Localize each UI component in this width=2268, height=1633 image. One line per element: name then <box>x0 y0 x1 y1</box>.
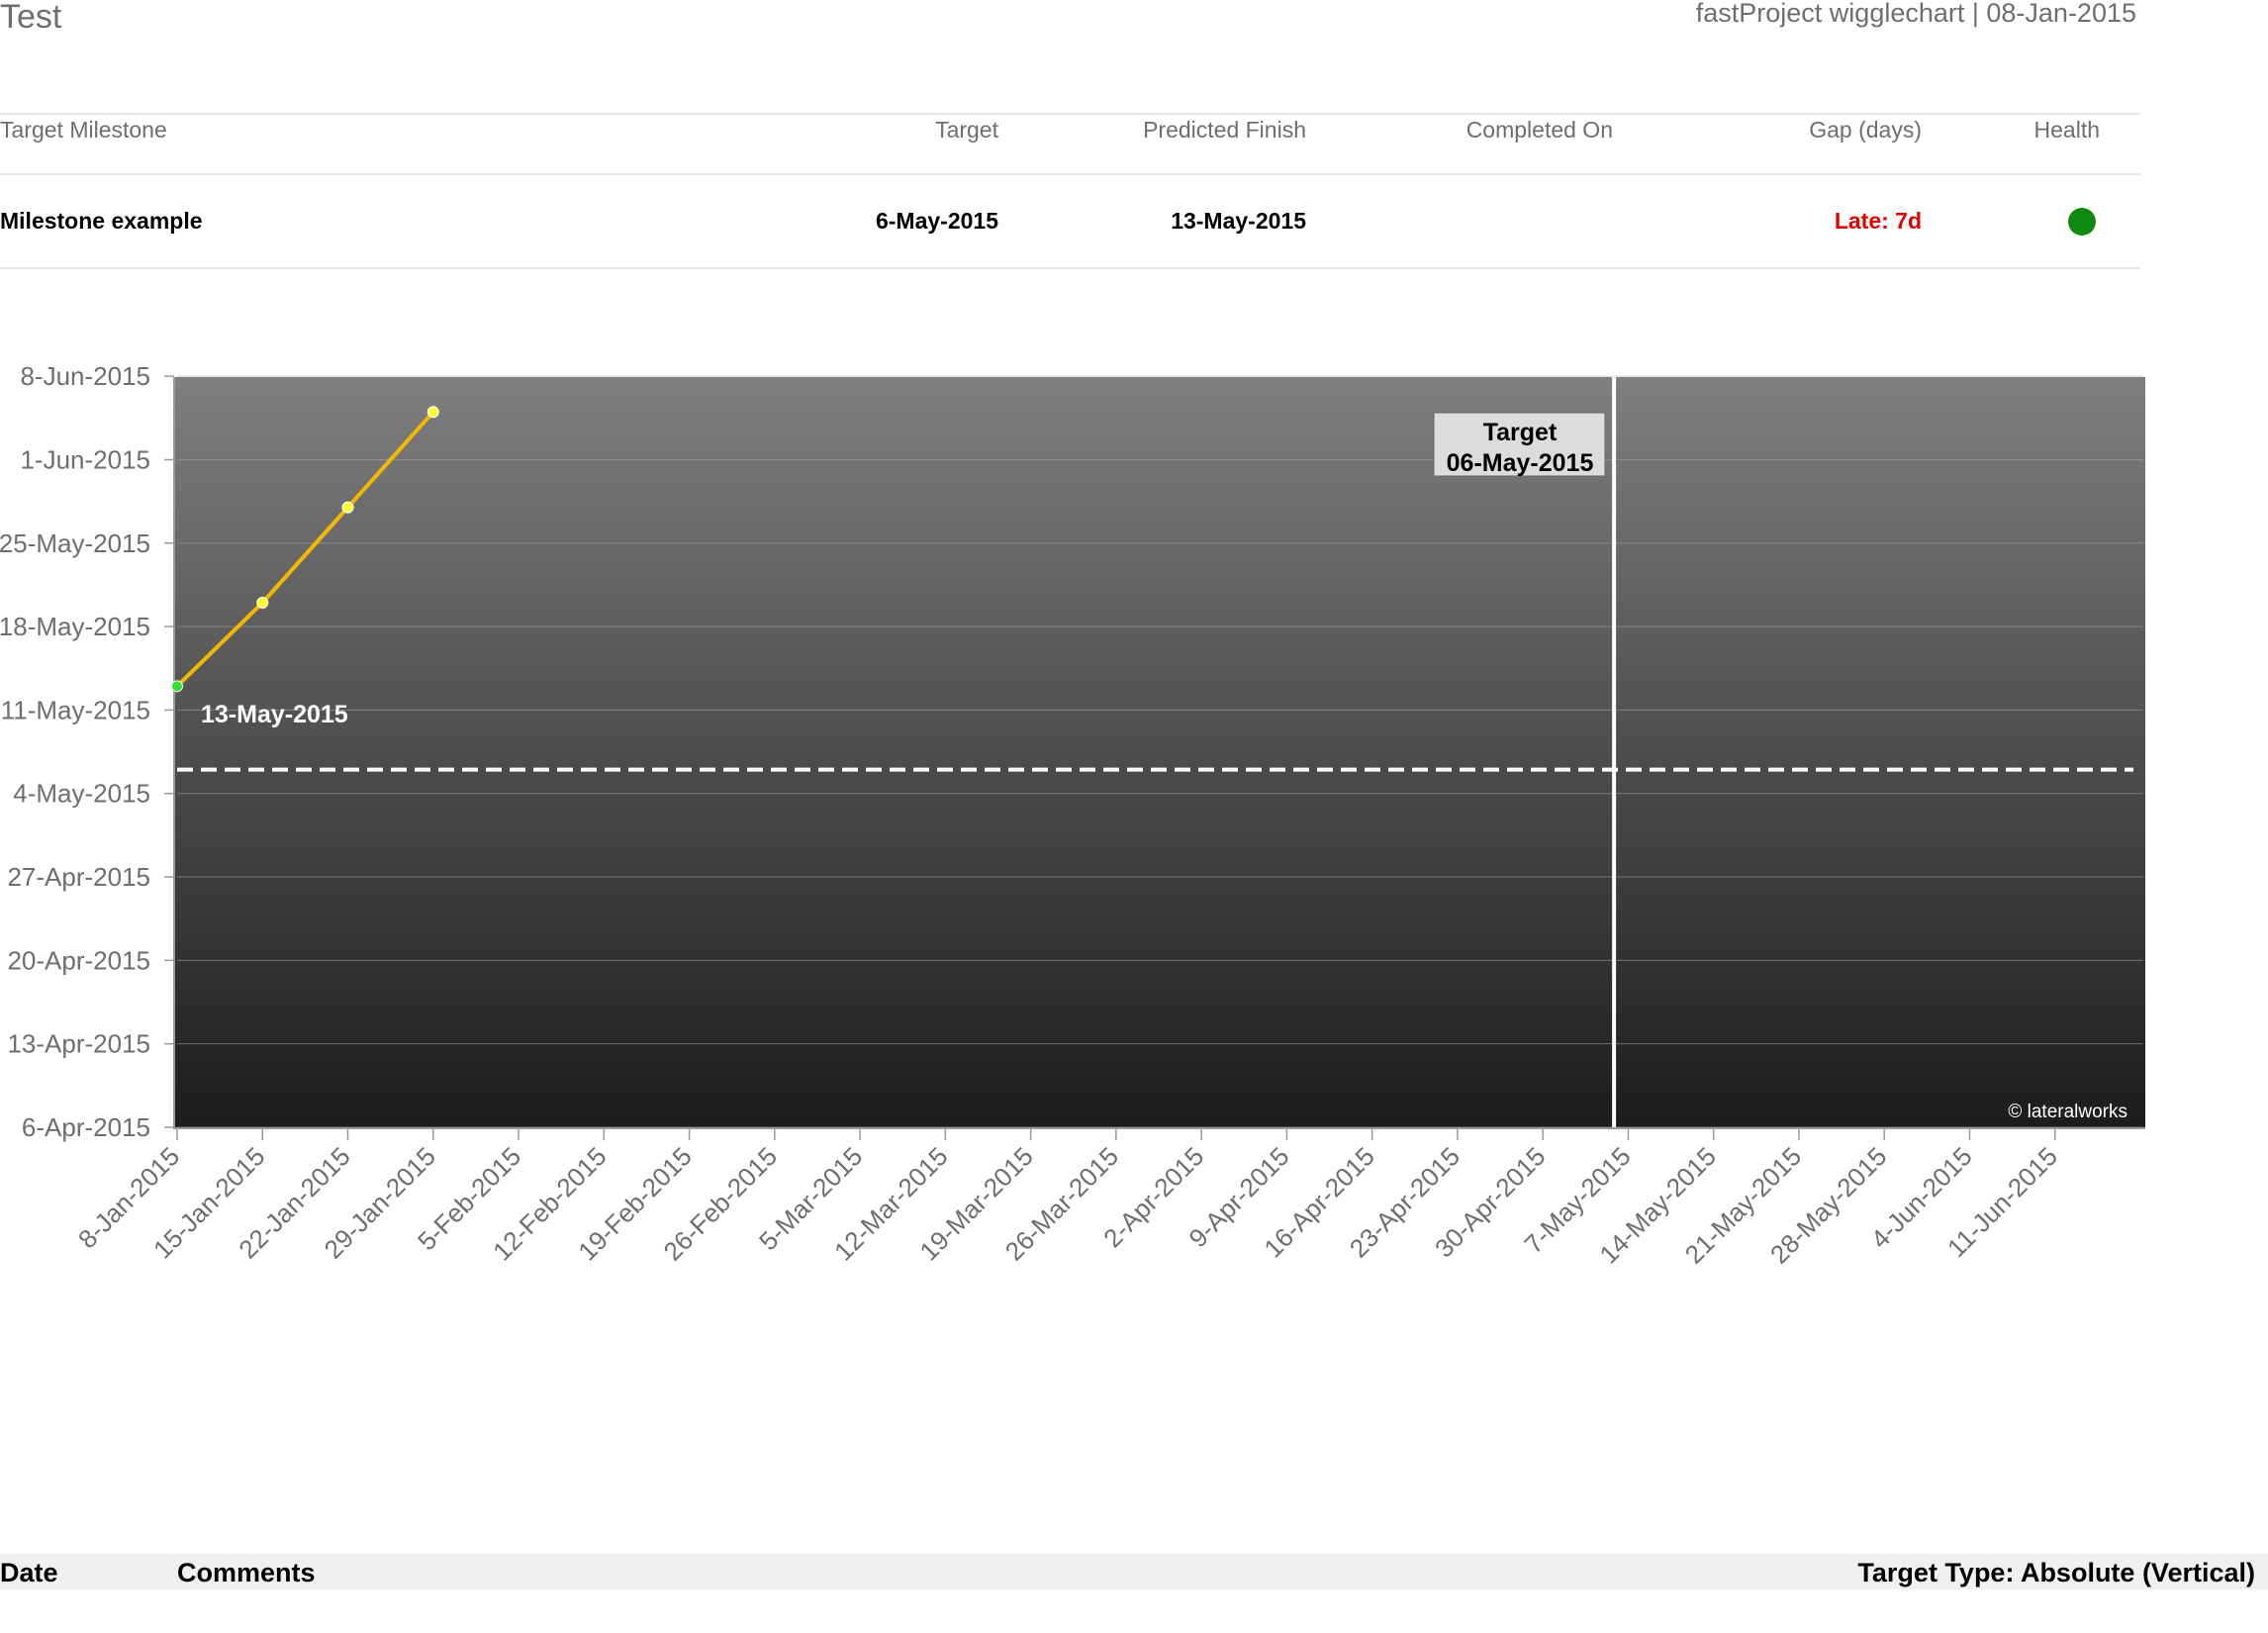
target-callout-title: Target <box>1483 419 1558 446</box>
col-header-predicted: Predicted Finish <box>1143 117 1306 143</box>
watermark: © lateralworks <box>2008 1102 2127 1122</box>
data-point <box>256 597 269 609</box>
table-header-rule <box>0 173 2140 175</box>
milestone-name: Milestone example <box>0 208 203 234</box>
target-callout-date: 06-May-2015 <box>1447 449 1594 477</box>
data-point <box>426 406 439 419</box>
y-tick-label: 27-Apr-2015 <box>7 862 150 892</box>
milestone-predicted: 13-May-2015 <box>1171 208 1306 234</box>
y-tick-label: 13-Apr-2015 <box>7 1029 150 1059</box>
y-axis-ticks: 6-Apr-2015 13-Apr-2015 20-Apr-2015 27-Apr-2… <box>0 366 174 1142</box>
point-label: 13-May-2015 <box>201 701 348 728</box>
health-indicator <box>2068 208 2096 236</box>
y-tick-label: 18-May-2015 <box>0 612 150 641</box>
data-point <box>341 501 354 514</box>
data-point <box>171 680 183 693</box>
y-tick-label: 4-May-2015 <box>13 779 150 809</box>
plot-area <box>173 377 2145 1127</box>
y-tick-label: 1-Jun-2015 <box>20 444 150 474</box>
y-tick-label: 8-Jun-2015 <box>20 366 150 391</box>
x-axis-ticks: 8-Jan-201515-Jan-201522-Jan-201529-Jan-2… <box>72 1128 2063 1270</box>
y-tick-label: 6-Apr-2015 <box>22 1112 150 1142</box>
footer-comments-label: Comments <box>177 1558 316 1587</box>
footer-target-type: Target Type: Absolute (Vertical) <box>1857 1558 2255 1587</box>
col-header-completed: Completed On <box>1465 117 1613 143</box>
milestone-gap: Late: 7d <box>1834 208 1922 234</box>
page-title: Test <box>0 0 62 36</box>
col-header-milestone: Target Milestone <box>0 117 167 143</box>
y-tick-label: 11-May-2015 <box>1 695 150 724</box>
col-header-target: Target <box>935 117 998 143</box>
milestone-target: 6-May-2015 <box>875 208 998 234</box>
wiggle-chart: 6-Apr-2015 13-Apr-2015 20-Apr-2015 27-Apr-2… <box>0 366 2145 1270</box>
col-header-gap: Gap (days) <box>1809 117 1922 143</box>
report-info: fastProject wigglechart | 08-Jan-2015 <box>1695 0 2136 28</box>
table-bottom-rule <box>0 267 2140 269</box>
y-tick-label: 25-May-2015 <box>0 528 150 558</box>
y-tick-label: 20-Apr-2015 <box>7 945 150 975</box>
col-header-health: Health <box>2033 117 2100 143</box>
footer-date-label: Date <box>0 1558 58 1587</box>
table-top-rule <box>0 113 2140 115</box>
